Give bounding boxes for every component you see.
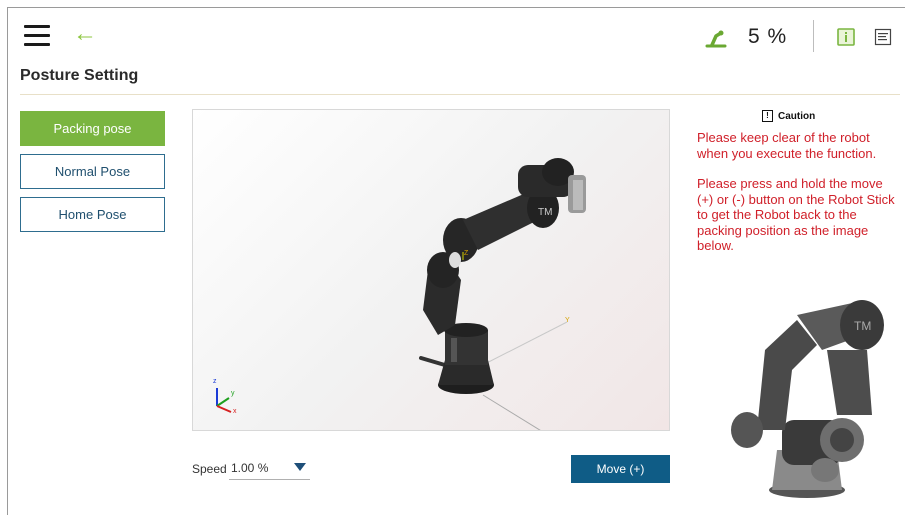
title-divider [20, 94, 900, 95]
menu-icon[interactable] [24, 25, 50, 47]
page-title: Posture Setting [20, 67, 139, 84]
caution-title: Caution [778, 110, 816, 122]
speed-value: 1.00 % [231, 461, 269, 475]
top-bar: ← 5 % [8, 8, 905, 61]
svg-text:Y: Y [565, 317, 570, 324]
caution-line-1: Please keep clear of the robot when you … [697, 130, 877, 161]
caution-line-2: Please press and hold the move (+) or (-… [697, 176, 895, 253]
packing-pose-button[interactable]: Packing pose [20, 111, 165, 146]
normal-pose-button[interactable]: Normal Pose [20, 154, 165, 189]
svg-text:TM: TM [854, 319, 871, 333]
project-speed-percent: 5 % [748, 25, 788, 48]
robot-3d-viewer[interactable]: TM Z Y z y x [192, 109, 670, 431]
notes-icon[interactable] [874, 28, 892, 46]
home-pose-button[interactable]: Home Pose [20, 197, 165, 232]
caution-message: Please keep clear of the robot when you … [697, 130, 902, 269]
axis-label-y: y [231, 390, 235, 397]
speed-label: Speed [192, 462, 227, 476]
svg-text:TM: TM [538, 207, 552, 218]
packing-pose-robot-image: TM [731, 300, 884, 498]
move-plus-button[interactable]: Move (+) [571, 455, 670, 483]
caution-icon: ! [762, 110, 773, 122]
axis-label-z: z [213, 378, 217, 385]
chevron-down-icon [294, 463, 306, 471]
svg-text:Z: Z [464, 250, 469, 257]
info-icon[interactable] [837, 28, 855, 46]
header-divider [813, 20, 814, 52]
robot-status-icon[interactable] [704, 26, 728, 50]
axis-label-x: x [233, 408, 237, 415]
caution-header: ! Caution [762, 110, 815, 122]
speed-dropdown[interactable]: 1.00 % [229, 456, 310, 480]
back-arrow-icon[interactable]: ← [73, 20, 97, 48]
robot-3d-model: TM Z Y [216, 158, 586, 430]
